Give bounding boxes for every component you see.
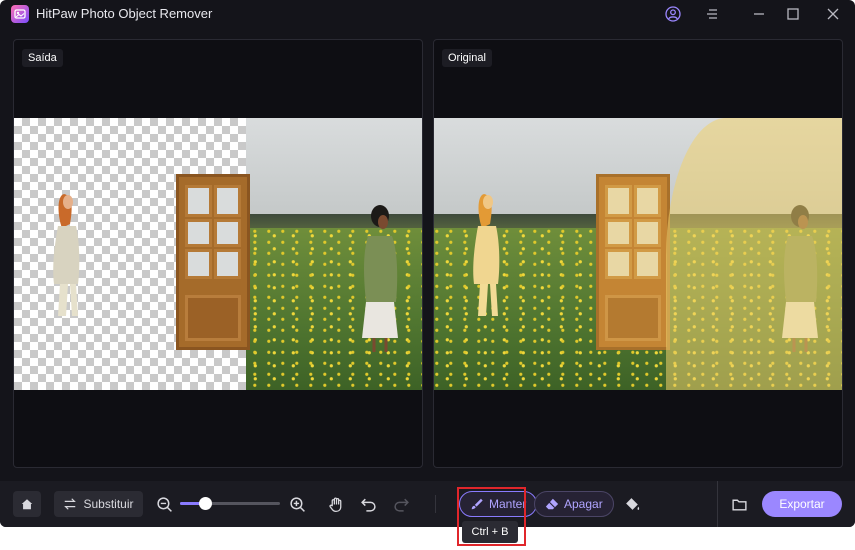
- swap-icon: [64, 498, 77, 510]
- eraser-icon: [545, 498, 559, 510]
- replace-label: Substituir: [83, 497, 134, 511]
- redo-icon: [393, 498, 409, 512]
- menu-icon[interactable]: [703, 4, 723, 24]
- door: [596, 174, 670, 350]
- app-logo-icon: [11, 5, 29, 23]
- undo-icon: [360, 498, 376, 512]
- woman-right: [362, 205, 398, 352]
- pan-tool-button[interactable]: [325, 493, 347, 515]
- title-bar: HitPaw Photo Object Remover: [0, 0, 855, 28]
- original-image: [434, 118, 842, 390]
- original-panel: Original: [433, 39, 843, 468]
- export-divider: [717, 481, 718, 527]
- close-icon[interactable]: [823, 4, 843, 24]
- fill-bucket-icon: [625, 497, 639, 510]
- door: [176, 174, 250, 350]
- minimize-icon[interactable]: [749, 4, 769, 24]
- folder-icon: [731, 499, 747, 511]
- zoom-out-icon: [156, 496, 172, 512]
- account-icon[interactable]: [663, 4, 683, 24]
- zoom-slider-handle[interactable]: [199, 497, 212, 510]
- app-title: HitPaw Photo Object Remover: [36, 6, 213, 21]
- erase-label: Apagar: [564, 497, 603, 511]
- open-folder-button[interactable]: [728, 493, 750, 515]
- woman-left: [53, 194, 80, 316]
- app-window: HitPaw Photo Object Remover Saída Origin…: [0, 0, 855, 527]
- hand-icon: [328, 496, 341, 512]
- redo-button[interactable]: [390, 493, 412, 515]
- highlight-box: [457, 487, 526, 546]
- zoom-in-icon: [289, 496, 305, 512]
- home-button[interactable]: [13, 491, 41, 517]
- output-image: [14, 118, 422, 390]
- woman-left: [473, 194, 500, 316]
- zoom-out-button[interactable]: [153, 493, 175, 515]
- original-label: Original: [442, 49, 492, 67]
- kept-area-overlay: [666, 118, 842, 390]
- undo-button[interactable]: [357, 493, 379, 515]
- replace-button[interactable]: Substituir: [54, 491, 143, 517]
- erase-button[interactable]: Apagar: [534, 491, 614, 517]
- maximize-icon[interactable]: [783, 4, 803, 24]
- export-button[interactable]: Exportar: [762, 491, 842, 517]
- toolbar-divider: [435, 495, 436, 513]
- home-icon: [21, 499, 33, 510]
- fill-tool-button[interactable]: [621, 493, 643, 515]
- zoom-in-button[interactable]: [286, 493, 308, 515]
- output-panel: Saída: [13, 39, 423, 468]
- output-label: Saída: [22, 49, 63, 67]
